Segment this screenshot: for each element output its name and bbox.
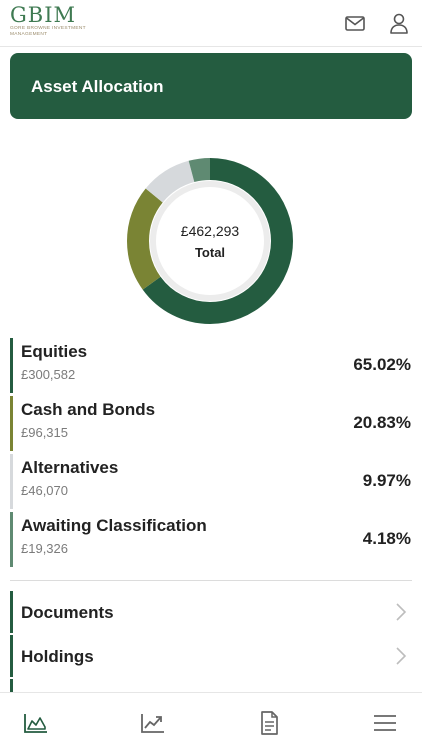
nav-color-bar (10, 635, 13, 677)
allocation-name: Alternatives (21, 458, 119, 477)
donut-center: £462,293 Total (120, 151, 300, 331)
tab-documents[interactable] (255, 709, 283, 737)
row-color-bar (10, 338, 13, 393)
allocation-amount: £96,315 (21, 425, 68, 440)
allocation-amount: £300,582 (21, 367, 76, 382)
logo-tagline: Gore Browne Investment Management (10, 26, 86, 37)
allocation-percent: 9.97% (362, 471, 411, 490)
allocation-donut-chart: £462,293 Total (120, 151, 300, 331)
allocation-name: Equities (21, 342, 88, 361)
mail-button[interactable] (342, 10, 368, 36)
row-color-bar (10, 512, 13, 567)
menu-icon (374, 715, 396, 731)
chevron-right-icon (396, 647, 407, 665)
allocation-row-awaiting-classification[interactable]: Awaiting Classification £19,326 4.18% (10, 512, 412, 567)
nav-label: Documents (21, 603, 114, 622)
mail-icon (345, 16, 365, 31)
donut-total-label: Total (194, 244, 226, 260)
allocation-name: Awaiting Classification (21, 516, 207, 535)
nav-row-partial[interactable] (10, 679, 412, 692)
row-color-bar (10, 454, 13, 509)
nav-color-bar (10, 591, 13, 633)
allocation-amount: £46,070 (21, 483, 68, 498)
allocation-row-alternatives[interactable]: Alternatives £46,070 9.97% (10, 454, 412, 509)
allocation-row-cash-and-bonds[interactable]: Cash and Bonds £96,315 20.83% (10, 396, 412, 451)
profile-button[interactable] (386, 10, 412, 36)
trend-icon (141, 714, 164, 733)
allocation-percent: 20.83% (353, 413, 411, 432)
row-color-bar (10, 396, 13, 451)
asset-allocation-header: Asset Allocation (10, 53, 412, 119)
donut-total-value: £462,293 (180, 222, 240, 239)
allocation-amount: £19,326 (21, 541, 68, 556)
bottom-tab-bar (0, 692, 422, 751)
nav-color-bar (10, 679, 13, 692)
page-title: Asset Allocation (31, 77, 164, 96)
top-bar: GBIM Gore Browne Investment Management (0, 0, 422, 47)
nav-row-holdings[interactable]: Holdings (10, 635, 412, 677)
logo-text: GBIM (10, 3, 77, 27)
tab-performance[interactable] (139, 709, 167, 737)
user-icon (390, 13, 408, 34)
allocation-percent: 4.18% (362, 529, 411, 548)
allocation-row-equities[interactable]: Equities £300,582 65.02% (10, 338, 412, 393)
allocation-percent: 65.02% (353, 355, 411, 374)
allocation-name: Cash and Bonds (21, 400, 156, 419)
chevron-right-icon (396, 603, 407, 621)
document-icon (261, 711, 278, 735)
area-chart-icon (24, 714, 47, 733)
tab-menu[interactable] (371, 709, 399, 737)
section-divider (10, 580, 412, 581)
brand-logo[interactable]: GBIM Gore Browne Investment Management (10, 4, 100, 38)
tab-allocation[interactable] (22, 709, 50, 737)
nav-row-documents[interactable]: Documents (10, 591, 412, 633)
nav-label: Holdings (21, 647, 94, 666)
